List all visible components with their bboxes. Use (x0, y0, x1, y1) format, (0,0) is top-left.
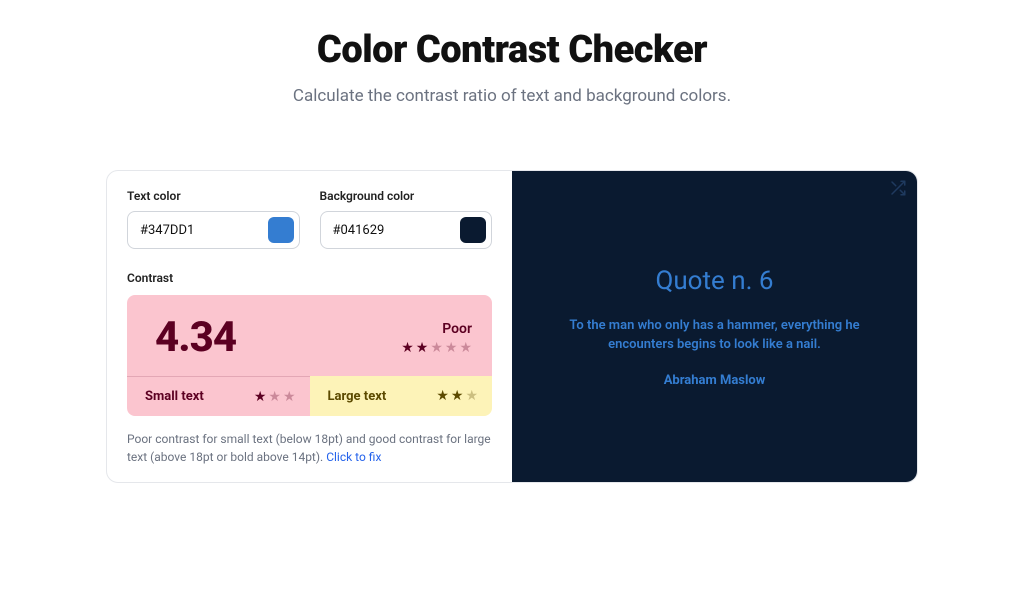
contrast-ratio-value: 4.34 (155, 313, 236, 362)
small-text-stars: ★★★ (254, 390, 296, 404)
star-icon: ★ (283, 390, 296, 404)
page-subtitle: Calculate the contrast ratio of text and… (0, 86, 1024, 106)
contrast-ratio-box: 4.34 Poor ★★★★★ (127, 295, 492, 376)
preview-title: Quote n. 6 (655, 266, 773, 296)
large-text-label: Large text (328, 389, 387, 404)
text-color-field: Text color (127, 189, 300, 249)
contrast-label: Contrast (127, 271, 492, 285)
star-icon: ★ (436, 389, 449, 403)
small-text-result: Small text ★★★ (127, 376, 310, 416)
background-color-label: Background color (320, 189, 493, 203)
star-icon: ★ (401, 341, 414, 355)
controls-panel: Text color Background color Contrast 4.3… (107, 171, 512, 482)
contrast-card: Text color Background color Contrast 4.3… (106, 170, 918, 483)
star-icon: ★ (254, 390, 267, 404)
background-color-field: Background color (320, 189, 493, 249)
text-color-swatch[interactable] (268, 217, 294, 243)
small-text-label: Small text (145, 389, 204, 404)
background-color-swatch[interactable] (460, 217, 486, 243)
star-icon: ★ (268, 390, 281, 404)
preview-author: Abraham Maslow (664, 373, 766, 388)
star-icon: ★ (430, 341, 443, 355)
preview-panel: Quote n. 6 To the man who only has a ham… (512, 171, 917, 482)
click-to-fix-link[interactable]: Click to fix (326, 450, 381, 464)
contrast-rating-text: Poor (401, 321, 472, 337)
star-icon: ★ (465, 389, 478, 403)
star-icon: ★ (416, 341, 429, 355)
shuffle-icon[interactable] (889, 179, 907, 197)
contrast-rating-stars: ★★★★★ (401, 341, 472, 355)
contrast-hint-text: Poor contrast for small text (below 18pt… (127, 432, 491, 464)
text-color-label: Text color (127, 189, 300, 203)
contrast-hint: Poor contrast for small text (below 18pt… (127, 430, 492, 466)
star-icon: ★ (445, 341, 458, 355)
star-icon: ★ (451, 389, 464, 403)
large-text-result: Large text ★★★ (310, 376, 493, 416)
preview-body: To the man who only has a hammer, everyt… (555, 316, 875, 355)
page-title: Color Contrast Checker (0, 28, 1024, 72)
star-icon: ★ (459, 341, 472, 355)
large-text-stars: ★★★ (436, 389, 478, 403)
